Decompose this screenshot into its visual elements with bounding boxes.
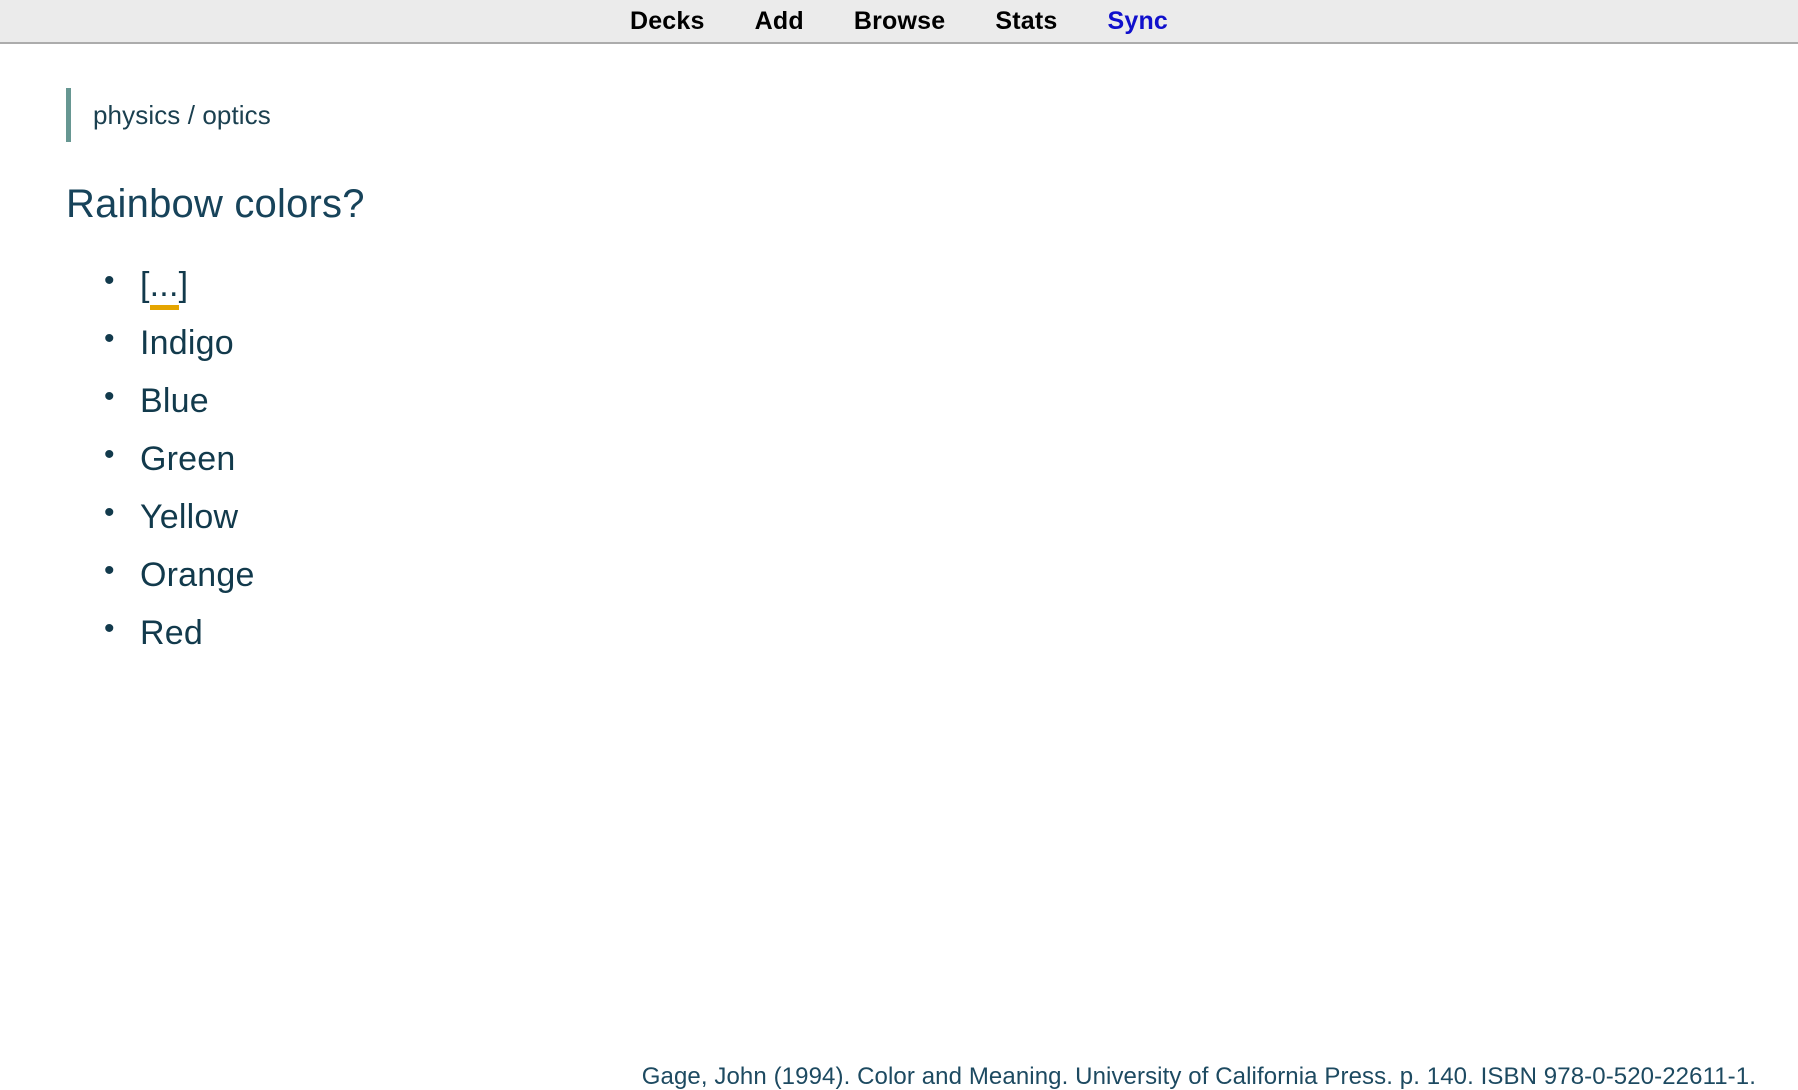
list-item: Indigo: [104, 324, 1798, 360]
list-item-cloze: [...]: [104, 266, 1798, 310]
nav-item-add[interactable]: Add: [730, 8, 829, 34]
list-item: Green: [104, 440, 1798, 476]
list-item: Blue: [104, 382, 1798, 418]
answer-list: [...] Indigo Blue Green Yellow Orange Re…: [0, 266, 1798, 650]
nav-item-stats[interactable]: Stats: [970, 8, 1082, 34]
card-question-title: Rainbow colors?: [66, 182, 365, 226]
cloze-close-bracket: ]: [178, 266, 189, 304]
cloze-dots: ...: [149, 266, 179, 310]
card-content-area: physics / optics Rainbow colors? [...] I…: [0, 88, 1798, 1089]
source-citation: Gage, John (1994). Color and Meaning. Un…: [641, 1063, 1756, 1090]
nav-item-sync[interactable]: Sync: [1082, 8, 1193, 34]
nav-item-decks[interactable]: Decks: [605, 8, 730, 34]
list-item: Yellow: [104, 498, 1798, 534]
top-navigation-bar: Decks Add Browse Stats Sync: [0, 0, 1798, 44]
cloze-placeholder: [...]: [140, 266, 188, 310]
list-item: Red: [104, 614, 1798, 650]
deck-breadcrumb-label: physics / optics: [93, 100, 271, 130]
nav-item-browse[interactable]: Browse: [829, 8, 971, 34]
cloze-open-bracket: [: [140, 266, 150, 304]
deck-breadcrumb: physics / optics: [66, 88, 1798, 142]
list-item: Orange: [104, 556, 1798, 592]
